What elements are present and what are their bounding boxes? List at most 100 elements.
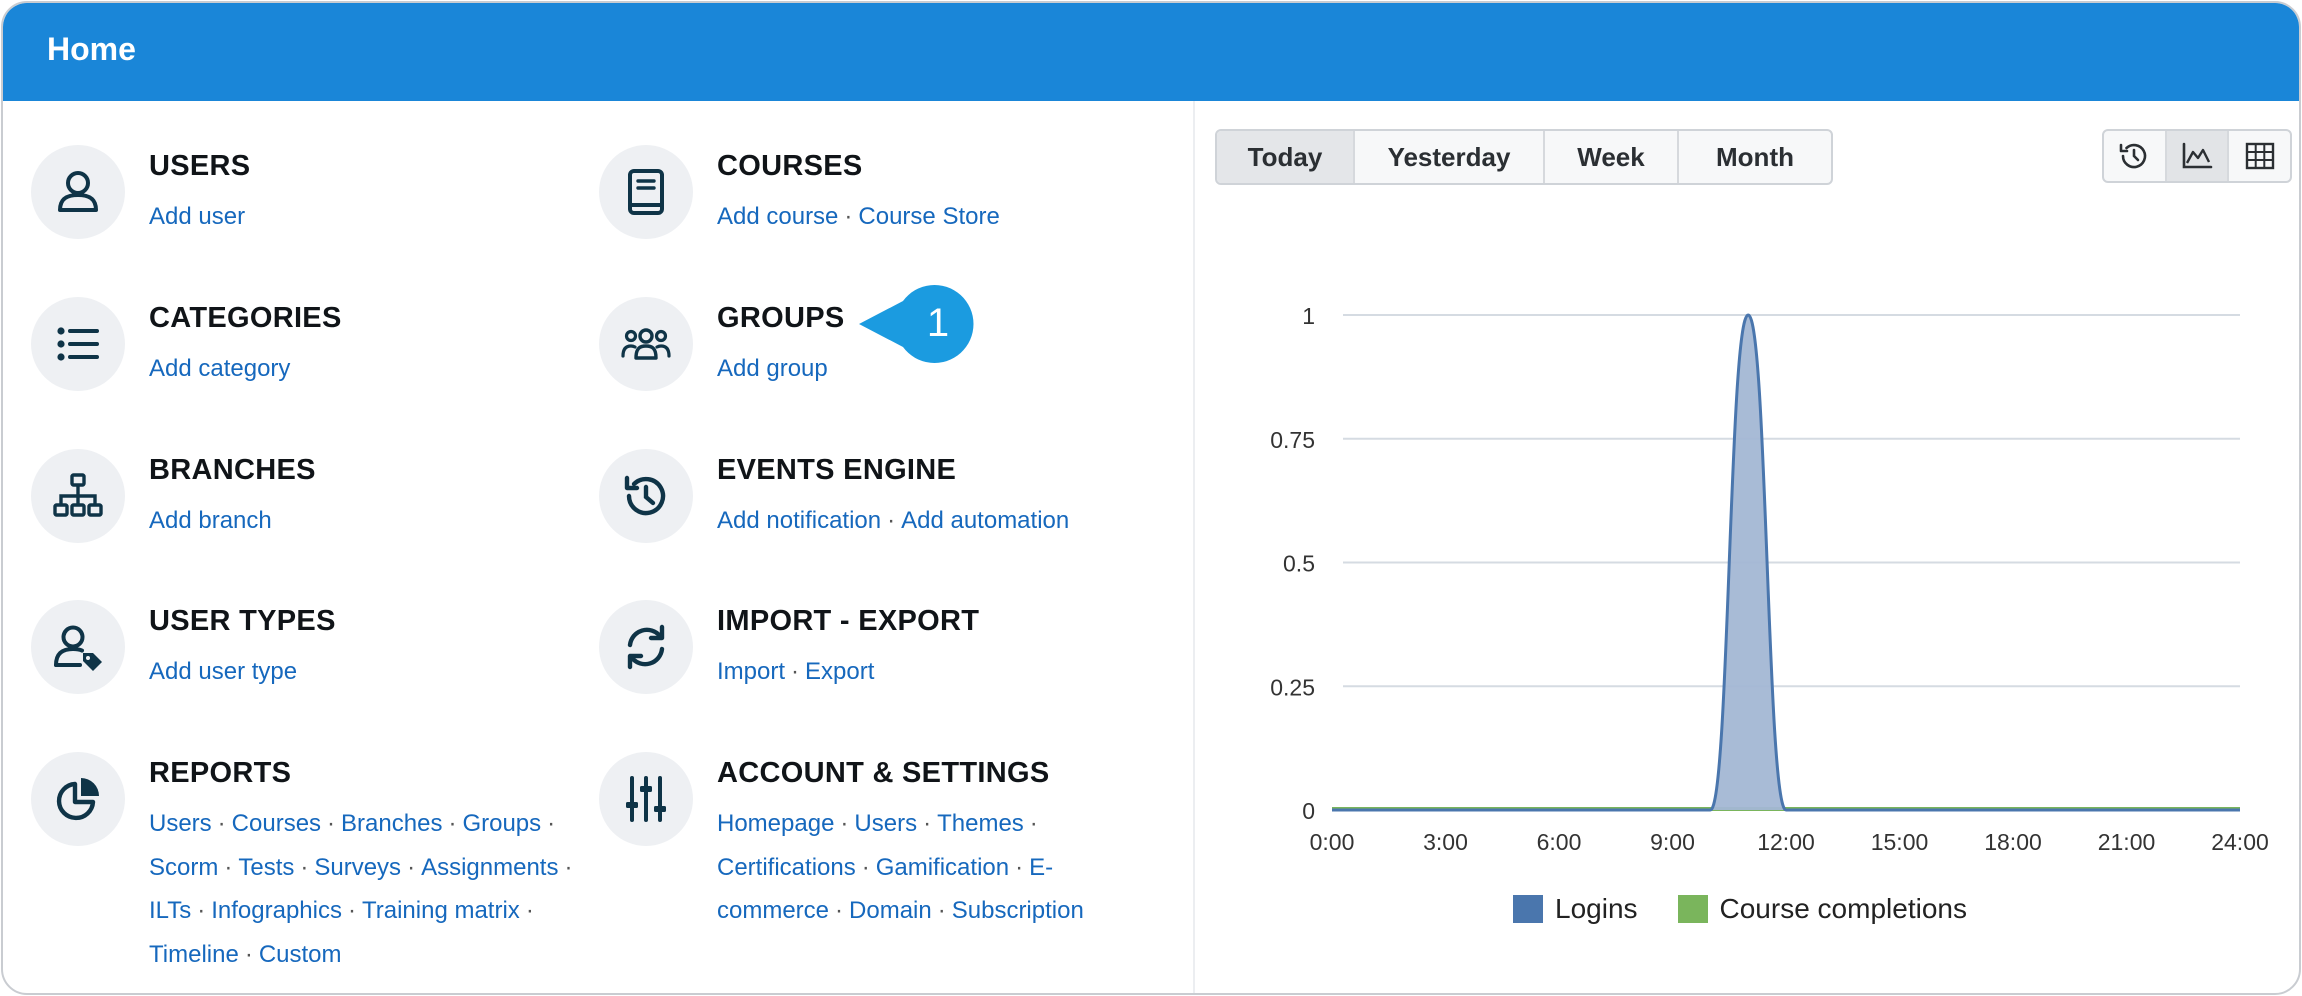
y-tick-label: 1: [1302, 303, 1315, 329]
sitemap-icon: [31, 449, 125, 543]
link-tests[interactable]: Tests: [238, 854, 294, 881]
link-import[interactable]: Import: [717, 658, 785, 685]
chart-view-toggle: [2102, 129, 2292, 183]
link-scorm[interactable]: Scorm: [149, 854, 218, 881]
link-infographics[interactable]: Infographics: [211, 897, 342, 924]
link-themes[interactable]: Themes: [937, 810, 1024, 837]
link-add-category[interactable]: Add category: [149, 355, 290, 382]
link-groups[interactable]: Groups: [462, 810, 541, 837]
link-separator: ·: [407, 853, 416, 881]
link-add-user-type[interactable]: Add user type: [149, 658, 297, 685]
link-separator: ·: [217, 810, 226, 837]
history-view-button[interactable]: [2104, 131, 2167, 181]
area-chart-icon: [2182, 142, 2213, 169]
tab-week[interactable]: Week: [1545, 131, 1679, 183]
x-tick-label: 18:00: [1984, 829, 2042, 855]
link-add-group[interactable]: Add group: [717, 355, 828, 382]
legend-label: Logins: [1555, 893, 1638, 924]
x-tick-label: 6:00: [1537, 829, 1582, 855]
activity-chart-panel: 0 0.25 0.5 0.75 1 0:00 3:00 6:00 9:00 12:00 15:00 1…: [1197, 101, 2299, 993]
link-add-notification[interactable]: Add notification: [717, 507, 881, 534]
group-icon: [599, 297, 693, 391]
legend-swatch: [1677, 895, 1708, 923]
legend-swatch: [1513, 895, 1543, 923]
section-heading[interactable]: BRANCHES: [149, 453, 316, 487]
link-commerce[interactable]: commerce: [717, 897, 829, 924]
link-add-branch[interactable]: Add branch: [149, 507, 272, 534]
link-courses[interactable]: Courses: [232, 810, 321, 837]
y-tick-label: 0.75: [1270, 427, 1315, 453]
link-add-course[interactable]: Add course: [717, 203, 838, 230]
section-heading[interactable]: CATEGORIES: [149, 301, 342, 335]
section-heading[interactable]: COURSES: [717, 149, 1000, 183]
history-icon: [2120, 143, 2147, 169]
section-heading[interactable]: REPORTS: [149, 756, 578, 790]
tab-yesterday[interactable]: Yesterday: [1355, 131, 1545, 183]
x-tick-label: 0:00: [1310, 829, 1355, 855]
callout-marker: 1: [859, 285, 974, 363]
link-ilts[interactable]: ILTs: [149, 897, 191, 924]
link-gamification[interactable]: Gamification: [876, 854, 1009, 881]
link-domain[interactable]: Domain: [849, 897, 932, 924]
tab-today[interactable]: Today: [1217, 131, 1355, 183]
link-course-store[interactable]: Course Store: [858, 203, 999, 230]
link-separator: ·: [861, 853, 870, 881]
link-certifications[interactable]: Certifications: [717, 854, 856, 881]
link-training-matrix[interactable]: Training matrix: [362, 897, 520, 924]
link-subscription[interactable]: Subscription: [952, 897, 1084, 924]
admin-shortcuts-panel: USERS Add user COURSES Add course · Course St…: [3, 101, 1195, 993]
legend-label: Course completions: [1719, 893, 1967, 924]
section-heading[interactable]: EVENTS ENGINE: [717, 453, 1069, 487]
link-add-user[interactable]: Add user: [149, 203, 245, 230]
table-view-button[interactable]: [2229, 131, 2290, 181]
link-timeline[interactable]: Timeline: [149, 941, 239, 968]
link-users[interactable]: Users: [149, 810, 212, 837]
x-tick-label: 15:00: [1871, 829, 1929, 855]
section-heading[interactable]: GROUPS: [717, 301, 845, 335]
page-title: Home: [47, 31, 136, 67]
chart-view-button[interactable]: [2166, 131, 2230, 181]
link-separator: ·: [923, 810, 932, 837]
legend-item[interactable]: Logins: [1513, 893, 1638, 925]
link-add-automation[interactable]: Add automation: [901, 507, 1069, 534]
link-export[interactable]: Export: [805, 658, 874, 685]
link-homepage[interactable]: Homepage: [717, 810, 834, 837]
section-heading[interactable]: ACCOUNT & SETTINGS: [717, 756, 1084, 790]
link-separator: ·: [347, 897, 356, 924]
link-separator: ·: [300, 853, 309, 881]
section-heading[interactable]: USER TYPES: [149, 604, 336, 638]
header-bar: Home: [3, 3, 2299, 101]
activity-chart: 0 0.25 0.5 0.75 1 0:00 3:00 6:00 9:00 12:00 15:00 1…: [1270, 303, 2269, 855]
link-separator: ·: [844, 203, 853, 230]
link-separator: ·: [197, 897, 206, 924]
link-separator: ·: [840, 810, 849, 837]
section-heading[interactable]: USERS: [149, 149, 250, 183]
link-separator: ·: [887, 507, 896, 534]
x-tick-label: 21:00: [2098, 829, 2156, 855]
link-custom[interactable]: Custom: [259, 941, 342, 968]
link-separator: ·: [244, 940, 253, 968]
link-separator: ·: [564, 853, 573, 881]
book-icon: [599, 145, 693, 239]
link-separator: ·: [791, 658, 800, 685]
legend-item[interactable]: Course completions: [1677, 893, 1967, 925]
table-grid-icon: [2245, 142, 2274, 170]
user-icon: [31, 145, 125, 239]
y-tick-label: 0.25: [1270, 674, 1315, 700]
history-icon: [599, 449, 693, 543]
link-users[interactable]: Users: [854, 810, 917, 837]
sync-icon: [599, 600, 693, 694]
section-heading[interactable]: IMPORT - EXPORT: [717, 604, 979, 638]
link-surveys[interactable]: Surveys: [314, 854, 401, 881]
link-separator: ·: [937, 897, 946, 924]
link-e[interactable]: E-: [1029, 854, 1053, 881]
tab-month[interactable]: Month: [1679, 131, 1831, 183]
link-separator: ·: [224, 853, 233, 881]
x-tick-label: 12:00: [1757, 829, 1815, 855]
link-assignments[interactable]: Assignments: [421, 854, 558, 881]
link-separator: ·: [1029, 810, 1038, 837]
app-window: Home USERS Add user COURSES Add course · Cour…: [1, 1, 2301, 995]
link-branches[interactable]: Branches: [341, 810, 442, 837]
link-separator: ·: [448, 810, 457, 837]
link-separator: ·: [547, 810, 556, 837]
